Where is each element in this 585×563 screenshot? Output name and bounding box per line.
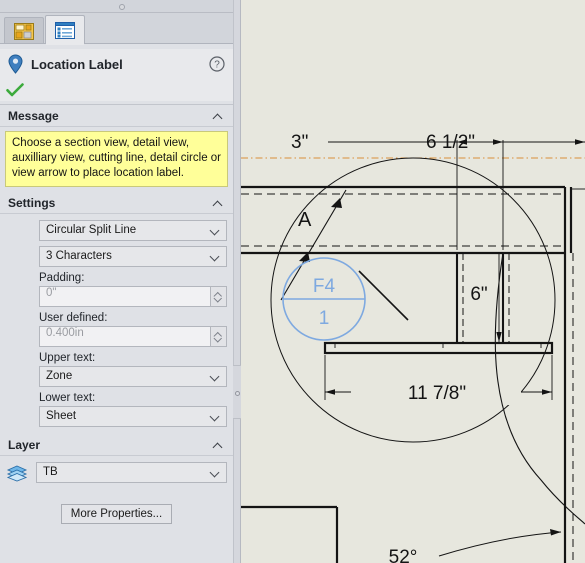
upper-text-select[interactable]: Zone [39,366,227,387]
location-label-upper-text: F4 [313,276,336,297]
dimension-6-1-2in-text: 6 1/2" [426,132,475,153]
property-manager-icon [14,22,34,40]
panel-grip-dot-icon[interactable] [119,4,125,10]
layer-body: TB [0,456,233,490]
settings-body: Circular Split Line 3 Characters Padding… [0,214,233,434]
padding-stepper: 0" [39,286,227,307]
drawing-svg: 3" 6 1/2" A F4 1 6" 11 7/8" 52° [241,132,585,563]
upper-text-label: Upper text: [39,352,96,364]
chevron-up-icon[interactable] [212,112,225,120]
more-properties-row: More Properties... [0,490,233,524]
help-question-icon[interactable]: ? [209,56,225,72]
panel-splitter[interactable] [233,0,242,563]
flange-plate[interactable] [323,341,554,355]
location-label-leader [358,270,409,321]
lower-text-select[interactable]: Sheet [39,406,227,427]
section-label-settings: Settings [8,195,56,210]
padding-input[interactable]: 0" [39,286,210,307]
characters-combo-wrap: 3 Characters [39,246,227,267]
dimension-angle-text: 52° [389,547,418,563]
property-manager-tab[interactable] [4,17,44,44]
message-box: Choose a section view, detail view, auxi… [5,131,228,187]
upper-text-row: Zone [6,366,227,387]
page-title: Location Label [31,56,123,72]
property-manager-panel: Location Label ? Message Choose a sectio… [0,0,233,563]
splitter-handle-dot-icon[interactable] [235,391,240,396]
location-label-lower-text: 1 [319,308,330,329]
spin-down-icon[interactable] [215,337,222,342]
panel-title-row: Location Label ? [0,49,233,79]
lower-text-combo-wrap: Sheet [39,406,227,427]
layers-stack-icon [6,465,28,481]
dimension-6in-text: 6" [470,284,487,305]
layer-select[interactable]: TB [36,462,227,483]
lower-text-row: Sheet [6,406,227,427]
solidworks-window: Location Label ? Message Choose a sectio… [0,0,585,563]
panel-grip-strip[interactable] [0,0,233,13]
section-header-layer[interactable]: Layer [0,434,233,456]
padding-row: 0" [6,286,227,307]
feature-manager-tab[interactable] [45,15,85,45]
section-header-settings[interactable]: Settings [0,192,233,214]
location-label[interactable]: F4 1 [282,257,366,341]
style-row: Circular Split Line [6,220,227,241]
style-combo-wrap: Circular Split Line [39,220,227,241]
map-pin-icon [8,54,23,74]
dimension-11-7-8in[interactable]: 11 7/8" [324,355,553,405]
dimension-3in-text: 3" [291,132,308,153]
padding-spin-buttons[interactable] [210,286,227,307]
spin-down-icon[interactable] [215,297,222,302]
section-label-message: Message [8,108,59,123]
section-header-message[interactable]: Message [0,105,233,127]
characters-select[interactable]: 3 Characters [39,246,227,267]
section-label-layer: Layer [8,437,41,452]
dimension-11-7-8in-text: 11 7/8" [408,383,466,404]
svg-text:?: ? [214,60,220,71]
more-properties-button[interactable]: More Properties... [60,504,173,524]
user-defined-spin-buttons[interactable] [210,326,227,347]
layer-row: TB [6,462,227,483]
label-style-select[interactable]: Circular Split Line [39,220,227,241]
drawing-canvas[interactable]: 3" 6 1/2" A F4 1 6" 11 7/8" 52° [241,0,585,563]
chevron-up-icon[interactable] [212,441,225,449]
beam-profile[interactable] [241,185,565,255]
bottom-left-structure[interactable] [241,505,339,563]
user-defined-input[interactable]: 0.400in [39,326,210,347]
green-check-icon[interactable] [6,83,24,97]
panel-tab-row [0,13,233,45]
right-vertical-member[interactable] [563,187,585,563]
padding-label: Padding: [39,272,85,284]
panel-filler [0,524,233,563]
user-defined-label: User defined: [39,312,108,324]
layer-combo-wrap: TB [36,462,227,483]
lower-text-label: Lower text: [39,392,96,404]
user-defined-row: 0.400in [6,326,227,347]
user-defined-stepper: 0.400in [39,326,227,347]
view-arrow-label: A [298,209,312,231]
confirm-row [0,79,233,101]
dimension-6-1-2in[interactable]: 6 1/2" [426,132,585,250]
chevron-up-icon[interactable] [212,199,225,207]
upper-text-combo-wrap: Zone [39,366,227,387]
characters-row: 3 Characters [6,246,227,267]
feature-manager-tree-icon [55,21,75,39]
dimension-angle[interactable]: 52° [389,529,562,563]
